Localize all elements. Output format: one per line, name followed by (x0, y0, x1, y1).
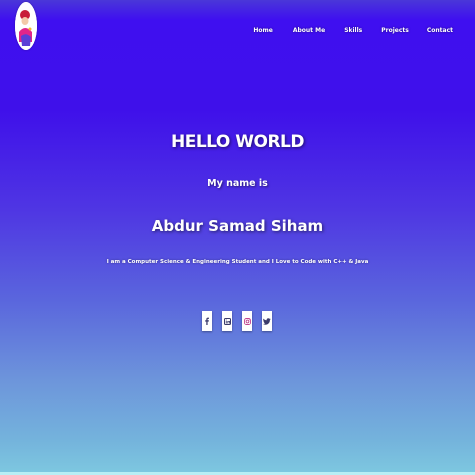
main-nav: Home About Me Skills Projects Contact (253, 27, 453, 34)
linkedin-button[interactable] (222, 311, 232, 331)
hero-tagline: I am a Computer Science & Engineering St… (106, 259, 369, 265)
hero-greeting: HELLO WORLD (170, 132, 305, 152)
instagram-button[interactable] (242, 311, 252, 331)
nav-about-me[interactable]: About Me (293, 27, 325, 34)
social-links (202, 311, 272, 331)
logo-avatar[interactable] (15, 2, 37, 50)
nav-skills[interactable]: Skills (344, 27, 362, 34)
twitter-button[interactable] (262, 311, 272, 331)
hero-name: Abdur Samad Siham (151, 217, 324, 235)
hero-intro: My name is (207, 178, 268, 189)
instagram-icon (243, 317, 251, 325)
linkedin-icon (223, 317, 231, 325)
facebook-button[interactable] (202, 311, 212, 331)
nav-contact[interactable]: Contact (427, 27, 453, 34)
nav-home[interactable]: Home (253, 27, 272, 34)
twitter-icon (263, 317, 271, 325)
nav-projects[interactable]: Projects (381, 27, 409, 34)
avatar-illustration (15, 2, 37, 50)
facebook-icon (205, 317, 209, 325)
